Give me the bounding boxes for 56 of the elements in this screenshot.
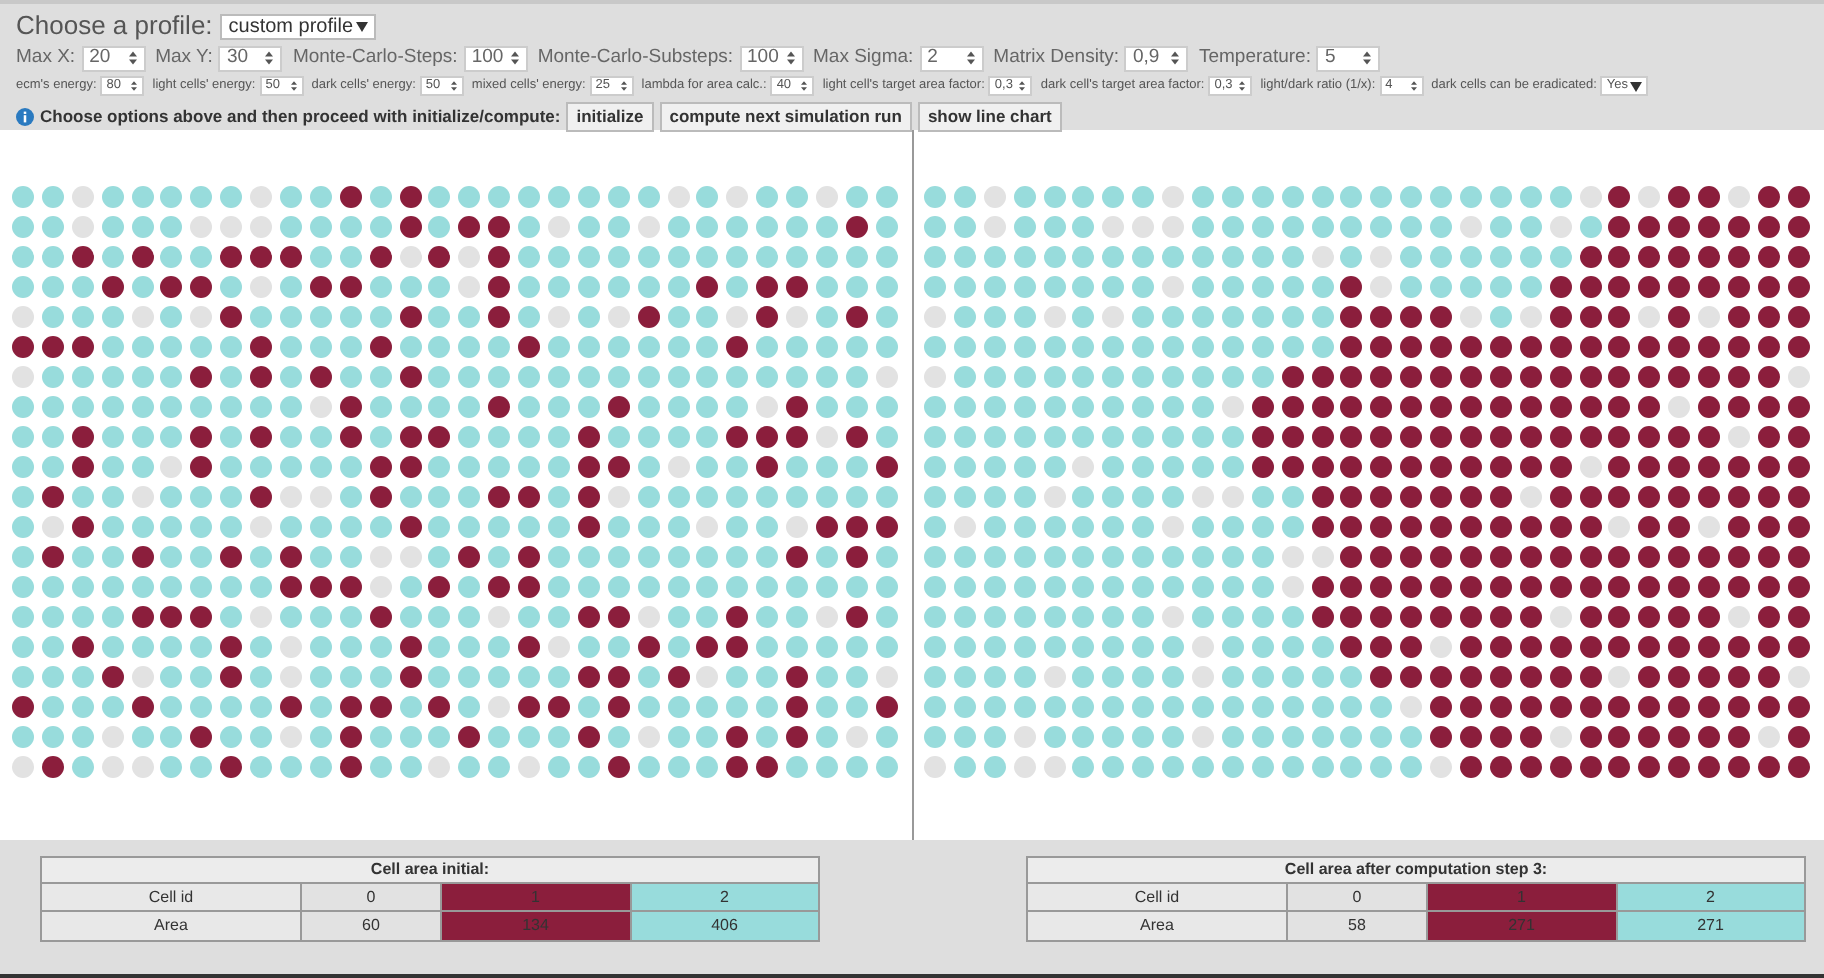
table-cell: Cell id — [1028, 884, 1288, 910]
table-cell: Area — [42, 912, 302, 940]
spinner-arrows-icon[interactable] — [449, 80, 458, 92]
param-label: Max Y: — [155, 43, 213, 72]
spinner-arrows-icon[interactable] — [127, 50, 138, 66]
table-cell: Cell id — [42, 884, 302, 910]
table-cell: 406 — [631, 912, 818, 940]
table-cell: 2 — [1617, 884, 1804, 910]
table-cell: 1 — [1428, 884, 1617, 910]
spinner-arrows-icon[interactable] — [1362, 50, 1373, 66]
table-cell: Area — [1028, 912, 1288, 940]
spinner-arrows-icon[interactable] — [1409, 80, 1418, 92]
spinner-arrows-icon[interactable] — [800, 80, 809, 92]
table-cell: 1 — [442, 884, 631, 910]
profile-label: Choose a profile: — [16, 8, 213, 45]
param-label: Matrix Density: — [993, 43, 1119, 72]
table-cell: 0 — [302, 884, 442, 910]
param-label: Monte-Carlo-Substeps: — [537, 43, 733, 72]
action-button[interactable]: initialize — [566, 102, 654, 132]
spinner-arrows-icon[interactable] — [619, 80, 628, 92]
number-field[interactable]: 100 — [739, 45, 803, 71]
number-field[interactable]: 5 — [1316, 45, 1381, 71]
param-label: Temperature: — [1198, 43, 1311, 72]
table-cell: 0 — [1288, 884, 1428, 910]
action-button[interactable]: compute next simulation run — [659, 102, 912, 132]
spinner-arrows-icon[interactable] — [1238, 80, 1247, 92]
table-title: Cell area after computation step 3: — [1028, 858, 1804, 884]
table-cell: 58 — [1288, 912, 1428, 940]
param-label: Max Sigma: — [813, 43, 914, 72]
instruction-text: Choose options above and then proceed with initialize/compute: — [40, 104, 561, 130]
caret-icon — [1630, 81, 1643, 91]
table-cell: 271 — [1617, 912, 1804, 940]
spinner-arrows-icon[interactable] — [965, 50, 976, 66]
param-label: Monte-Carlo-Steps: — [292, 43, 458, 72]
caret-icon — [356, 21, 369, 31]
number-field[interactable]: 100 — [463, 45, 528, 71]
table-title: Cell area initial: — [42, 858, 818, 884]
number-field[interactable]: 30 — [218, 45, 283, 71]
spinner-arrows-icon[interactable] — [1018, 80, 1027, 92]
table-cell: 2 — [631, 884, 818, 910]
table-cell: 271 — [1428, 912, 1617, 940]
action-button[interactable]: show line chart — [917, 102, 1062, 132]
number-field[interactable]: 2 — [919, 45, 984, 71]
spinner-arrows-icon[interactable] — [289, 80, 298, 92]
number-field[interactable]: 0,9 — [1124, 45, 1189, 71]
table-cell: 60 — [302, 912, 442, 940]
spinner-arrows-icon[interactable] — [264, 50, 275, 66]
spinner-arrows-icon[interactable] — [509, 50, 520, 66]
table-cell: 134 — [442, 912, 631, 940]
spinner-arrows-icon[interactable] — [1170, 50, 1181, 66]
info-icon — [16, 108, 34, 126]
profile-select[interactable]: custom profile — [220, 13, 377, 39]
param-label: Max X: — [16, 43, 76, 72]
spinner-arrows-icon[interactable] — [785, 50, 795, 66]
spinner-arrows-icon[interactable] — [130, 80, 139, 92]
number-field[interactable]: 20 — [81, 45, 146, 71]
